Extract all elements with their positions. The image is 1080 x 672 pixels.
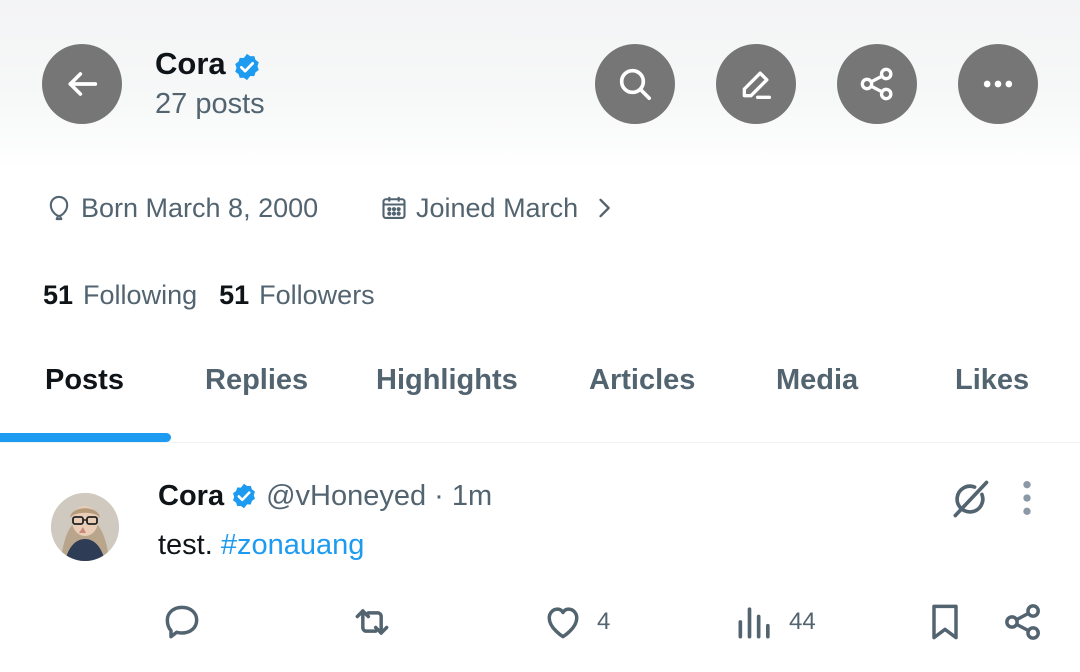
post-text: test. #zonauang: [158, 529, 364, 562]
back-button[interactable]: [42, 44, 122, 124]
post-body: test.: [158, 529, 213, 561]
verified-badge-icon: [233, 483, 256, 509]
compose-icon: [742, 71, 771, 100]
tab-posts[interactable]: Posts: [45, 364, 124, 397]
follow-stats: 51 Following 51 Followers: [43, 280, 375, 311]
bookmark-icon: [932, 604, 958, 640]
bookmark-button[interactable]: [923, 600, 967, 644]
following-link[interactable]: 51 Following: [43, 280, 197, 311]
edit-button[interactable]: [716, 44, 796, 124]
share-profile-button[interactable]: [837, 44, 917, 124]
more-options-button[interactable]: [958, 44, 1038, 124]
chevron-right-icon: [599, 198, 610, 218]
joined-date[interactable]: Joined March: [380, 191, 618, 225]
view-count: 44: [789, 608, 816, 635]
views-bar-chart-icon: [738, 607, 770, 639]
following-count: 51: [43, 280, 74, 310]
repost-button[interactable]: [350, 600, 394, 644]
profile-name: Cora: [155, 46, 226, 81]
followers-label: Followers: [259, 280, 375, 310]
tab-highlights[interactable]: Highlights: [376, 364, 518, 397]
followers-link[interactable]: 51 Followers: [219, 280, 375, 311]
back-arrow-icon: [68, 72, 98, 96]
post-author-name[interactable]: Cora: [158, 480, 224, 513]
more-vertical-icon[interactable]: [1012, 478, 1042, 518]
search-button[interactable]: [595, 44, 675, 124]
birth-date: Born March 8, 2000: [45, 191, 318, 225]
hashtag-link[interactable]: #zonauang: [221, 529, 365, 561]
like-button[interactable]: 4: [541, 600, 610, 644]
like-count: 4: [597, 608, 611, 635]
profile-header: [0, 0, 1080, 170]
profile-tabs: Posts Replies Highlights Articles Media …: [0, 344, 1080, 443]
avatar-photo: [51, 493, 119, 561]
post-author-handle[interactable]: @vHoneyed: [266, 480, 426, 513]
post-count: 27 posts: [155, 88, 265, 120]
tab-replies[interactable]: Replies: [205, 364, 308, 397]
followers-count: 51: [219, 280, 250, 310]
more-horizontal-icon: [983, 80, 1013, 88]
heart-icon: [547, 607, 579, 639]
avatar[interactable]: [51, 493, 119, 561]
birth-date-text: Born March 8, 2000: [81, 192, 319, 223]
active-tab-indicator: [0, 433, 171, 442]
share-icon: [860, 67, 893, 101]
balloon-icon: [49, 195, 69, 221]
views-button[interactable]: 44: [733, 600, 816, 644]
share-icon: [1005, 604, 1040, 640]
tab-articles[interactable]: Articles: [589, 364, 695, 397]
reply-button[interactable]: [160, 600, 204, 644]
post-header: Cora @vHoneyed · 1m: [158, 478, 492, 514]
grok-icon[interactable]: [948, 477, 992, 521]
post-time[interactable]: · 1m: [434, 480, 492, 513]
search-icon: [619, 68, 651, 100]
repost-icon: [355, 609, 389, 635]
verified-badge-icon: [235, 53, 259, 81]
tab-likes[interactable]: Likes: [955, 364, 1029, 397]
tab-media[interactable]: Media: [776, 364, 858, 397]
share-post-button[interactable]: [1001, 600, 1045, 644]
joined-date-text: Joined March: [416, 192, 579, 223]
reply-icon: [165, 605, 199, 639]
calendar-icon: [382, 196, 406, 219]
following-label: Following: [83, 280, 198, 310]
